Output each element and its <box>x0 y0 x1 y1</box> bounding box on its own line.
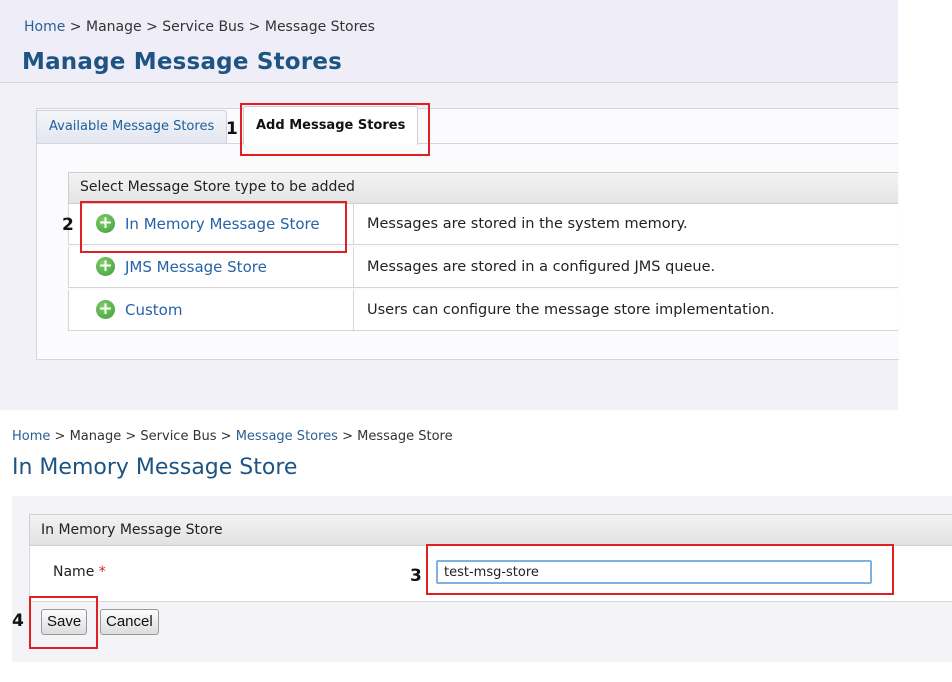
breadcrumb-separator: > <box>54 429 66 444</box>
breadcrumb: Home > Manage > Service Bus > Message St… <box>24 19 375 35</box>
name-label: Name * <box>53 564 106 580</box>
breadcrumb-separator: > <box>69 19 82 35</box>
breadcrumb-message-store: Message Store <box>357 429 453 444</box>
breadcrumb-manage: Manage <box>85 19 142 35</box>
required-marker: * <box>98 564 106 580</box>
cancel-button[interactable]: Cancel <box>100 609 159 635</box>
jms-message-store-link[interactable]: JMS Message Store <box>125 247 267 287</box>
highlight-box-store-link <box>80 201 347 253</box>
callout-number: 3 <box>410 566 422 586</box>
table-cell: + Custom <box>69 290 354 330</box>
table-cell: + JMS Message Store <box>69 247 354 287</box>
breadcrumb-separator: > <box>342 429 353 444</box>
table-row: + JMS Message Store Messages are stored … <box>68 247 898 288</box>
highlight-box-save-button <box>29 596 98 649</box>
form-header-text: In Memory Message Store <box>41 522 223 538</box>
tab-available-message-stores[interactable]: Available Message Stores <box>36 110 228 143</box>
highlight-box-name-input <box>426 544 894 595</box>
name-label-text: Name <box>53 564 95 580</box>
breadcrumb-separator: > <box>220 429 232 444</box>
breadcrumb-home[interactable]: Home <box>24 19 65 35</box>
breadcrumb-separator: > <box>146 19 158 35</box>
row-description: Messages are stored in a configured JMS … <box>367 259 716 275</box>
plus-circle-icon[interactable]: + <box>96 257 115 276</box>
breadcrumb-message-stores[interactable]: Message Stores <box>236 429 338 444</box>
callout-number: 4 <box>12 611 24 631</box>
breadcrumb-service-bus: Service Bus <box>162 19 245 35</box>
callout-number: 1 <box>226 119 238 139</box>
breadcrumb-separator: > <box>248 19 261 35</box>
table-row: + Custom Users can configure the message… <box>68 290 898 331</box>
page-title: In Memory Message Store <box>12 455 298 480</box>
row-description: Messages are stored in the system memory… <box>367 216 688 232</box>
custom-message-store-link[interactable]: Custom <box>125 290 182 330</box>
table-header-text: Select Message Store type to be added <box>80 179 355 195</box>
breadcrumb-manage: Manage <box>69 429 122 444</box>
breadcrumb-service-bus: Service Bus <box>140 429 217 444</box>
page-title: Manage Message Stores <box>22 49 343 75</box>
highlight-box-tab <box>240 103 430 156</box>
plus-circle-icon[interactable]: + <box>96 300 115 319</box>
callout-number: 2 <box>62 215 74 235</box>
breadcrumb-separator: > <box>125 429 137 444</box>
row-description: Users can configure the message store im… <box>367 302 775 318</box>
breadcrumb-message-stores: Message Stores <box>264 19 375 35</box>
tab-strip-divider <box>36 143 898 144</box>
breadcrumb: Home > Manage > Service Bus > Message St… <box>12 429 453 444</box>
breadcrumb-home[interactable]: Home <box>12 429 50 444</box>
